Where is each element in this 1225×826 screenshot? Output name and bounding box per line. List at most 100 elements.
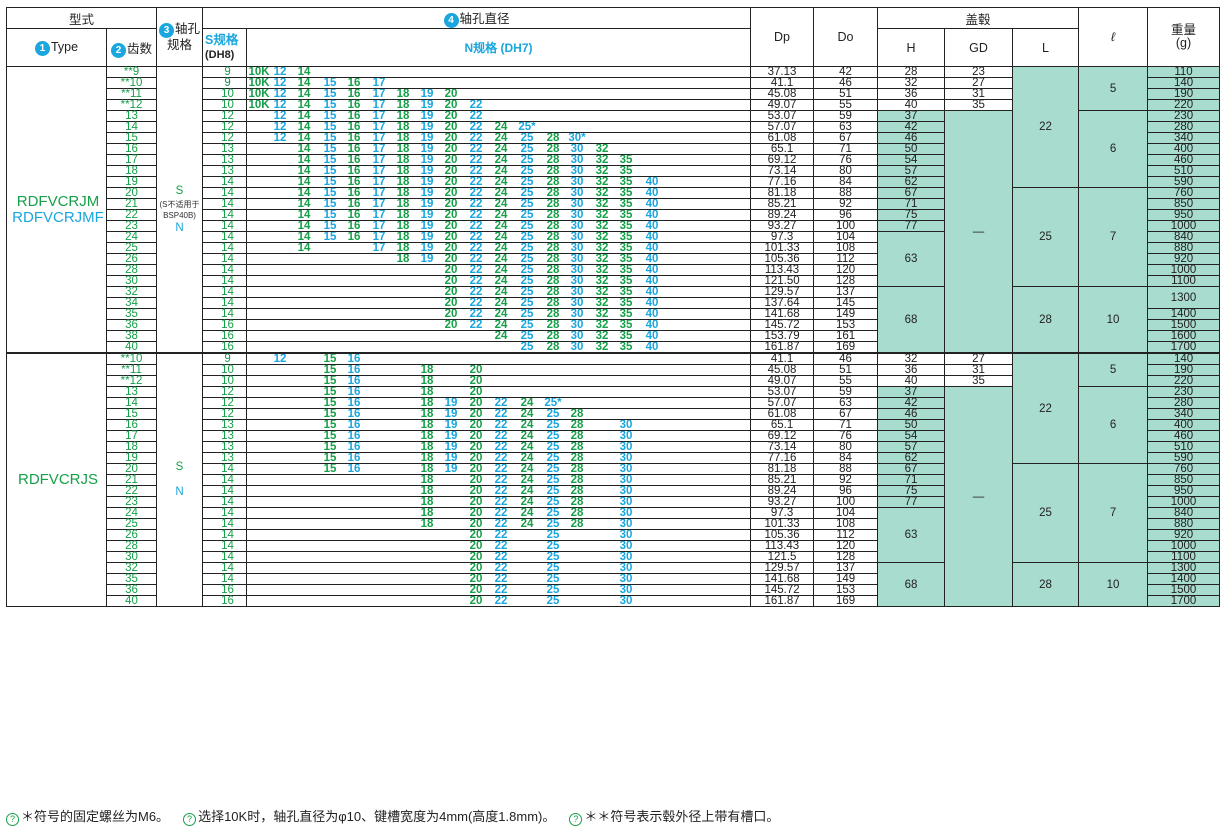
- bore-value: 16: [347, 132, 361, 144]
- bore-list-cell: 14 15 16 17 18 19 20 22 24 25 28 30 32 35 40: [246, 187, 752, 199]
- bore-value: 24: [494, 121, 508, 133]
- bore-value: 35: [619, 187, 633, 199]
- dp-cell: 93.27: [750, 220, 815, 232]
- gd-cell: 35: [944, 99, 1014, 111]
- bore-value: 24: [494, 143, 508, 155]
- bore-value: 19: [420, 231, 434, 243]
- bore-value: 25*: [518, 121, 536, 133]
- bore-value: 35: [619, 253, 633, 265]
- bore-value: 25: [520, 154, 534, 166]
- s-bore-cell: 14: [202, 529, 248, 541]
- bore-value: 22: [494, 485, 508, 497]
- bore-value: 14: [297, 121, 311, 133]
- bore-value: 24: [520, 419, 534, 431]
- bore-value: 32: [595, 341, 609, 353]
- bore-value: 30: [570, 209, 584, 221]
- weight-cell: 230: [1147, 386, 1221, 398]
- bore-value: 24: [520, 507, 534, 519]
- bore-value: 20: [444, 297, 458, 309]
- s-bore-cell: 13: [202, 452, 248, 464]
- h-cell: 50: [877, 419, 946, 431]
- teeth-cell: 25: [105, 518, 158, 530]
- bore-value: 24: [520, 474, 534, 486]
- bore-value: 25: [520, 187, 534, 199]
- dp-cell: 61.08: [750, 132, 815, 144]
- bore-value: 30: [570, 176, 584, 188]
- bore-value: 24: [494, 231, 508, 243]
- bore-value: 20: [469, 375, 483, 387]
- bore-value: 32: [595, 242, 609, 254]
- bore-value: 24: [494, 330, 508, 342]
- bore-value: 22: [494, 595, 508, 607]
- do-cell: 88: [813, 187, 879, 199]
- bore-value: 18: [420, 474, 434, 486]
- bore-value: 18: [396, 110, 410, 122]
- do-cell: 128: [813, 275, 879, 287]
- note-1: ＊符号的固定螺丝为M6。: [21, 809, 170, 824]
- spec-table: 型式 3 轴孔 规格 4 轴孔直径 Dp Do 盖毂 ℓ 重量 (g) 1 Type 2齿…: [5, 7, 1221, 607]
- weight-cell: 1500: [1147, 584, 1221, 596]
- bore-value: 30: [570, 319, 584, 331]
- dp-cell: 97.3: [750, 231, 815, 243]
- teeth-cell: 30: [105, 551, 158, 563]
- bore-value: 30: [619, 584, 633, 596]
- do-cell: 46: [813, 352, 879, 365]
- dp-header: Dp: [750, 7, 815, 67]
- bore-list-cell: 14 15 16 17 18 19 20 22 24 25 28 30 32 35 40: [246, 220, 752, 232]
- teeth-cell: 36: [105, 584, 158, 596]
- gd-cell: 31: [944, 88, 1014, 100]
- do-cell: 76: [813, 154, 879, 166]
- bore-value: 18: [396, 231, 410, 243]
- bore-value: 22: [494, 452, 508, 464]
- dp-cell: 77.16: [750, 176, 815, 188]
- s-bore-cell: 13: [202, 441, 248, 453]
- bore-value: 22: [469, 165, 483, 177]
- weight-cell: 510: [1147, 441, 1221, 453]
- bore-list-cell: 14 15 16 17 18 19 20 22 24 25 28 30 32 35 40: [246, 231, 752, 243]
- bore-value: 25: [520, 242, 534, 254]
- teeth-cell: 35: [105, 573, 158, 585]
- teeth-cell: 22: [105, 485, 158, 497]
- bore-value: 18: [396, 99, 410, 111]
- bore-value: 28: [546, 198, 560, 210]
- s-bore-cell: 16: [202, 341, 248, 354]
- bore-value: 20: [469, 584, 483, 596]
- dp-cell: 105.36: [750, 529, 815, 541]
- bore-value: 18: [396, 187, 410, 199]
- bore-value: 30: [619, 507, 633, 519]
- bore-value: 22: [494, 551, 508, 563]
- bore-value: 15: [323, 441, 337, 453]
- bore-value: 15: [323, 375, 337, 387]
- spec-s: S: [175, 461, 184, 473]
- bore-value: 22: [469, 132, 483, 144]
- bore-value: 35: [619, 297, 633, 309]
- bore-list-cell: 12 14 15 16 17 18 19 20 22 24 25*: [246, 121, 752, 133]
- do-cell: 88: [813, 463, 879, 475]
- h-cell: 40: [877, 375, 946, 387]
- bore-value: 14: [297, 99, 311, 111]
- dp-cell: 153.79: [750, 330, 815, 342]
- bore-value: 40: [645, 286, 659, 298]
- bore-value: 20: [469, 595, 483, 607]
- bore-value: 20: [444, 275, 458, 287]
- weight-cell: 1000: [1147, 540, 1221, 552]
- bore-value: 20: [444, 143, 458, 155]
- s-bore-cell: 13: [202, 154, 248, 166]
- bore-value: 25: [546, 518, 560, 530]
- bore-value: 35: [619, 308, 633, 320]
- bore-value: 24: [494, 132, 508, 144]
- weight-cell: 920: [1147, 253, 1221, 265]
- dp-cell: 37.13: [750, 66, 815, 78]
- bore-value: 24: [494, 242, 508, 254]
- bore-value: 20: [469, 551, 483, 563]
- bore-value: 22: [469, 143, 483, 155]
- l-cell: 28: [1012, 286, 1080, 354]
- bore-list-cell: 14 15 16 17 18 19 20 22 24 25 28 30 32 35: [246, 154, 752, 166]
- bore-value: 30: [570, 165, 584, 177]
- dp-cell: 65.1: [750, 143, 815, 155]
- s-bore-cell: 16: [202, 319, 248, 331]
- gd-header: GD: [944, 28, 1014, 67]
- bore-list-cell: 12 14 15 16 17 18 19 20 22: [246, 110, 752, 122]
- bore-value: 18: [396, 209, 410, 221]
- weight-cell: 880: [1147, 518, 1221, 530]
